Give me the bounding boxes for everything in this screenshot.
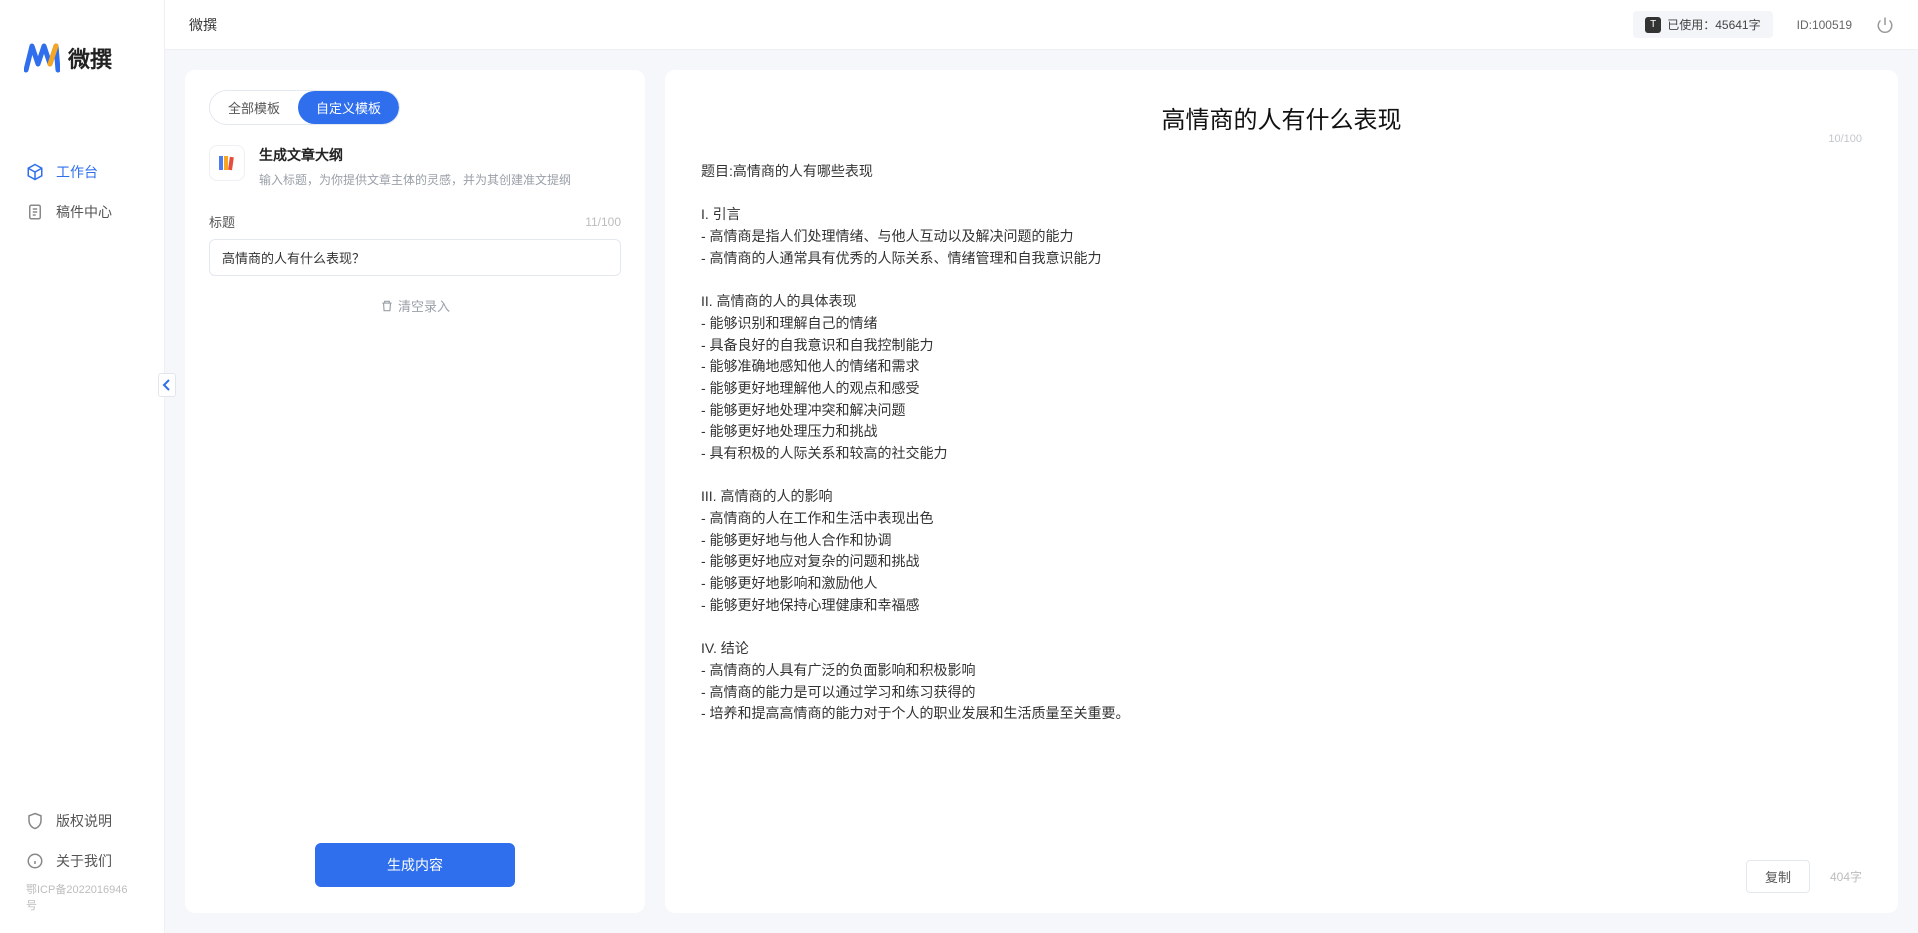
- info-icon: [26, 852, 44, 870]
- input-panel: 全部模板 自定义模板 生成文章大纲 输入标题，为你提供文章主体的灵感，并为其创建…: [185, 70, 645, 913]
- nav-item-about[interactable]: 关于我们: [0, 841, 164, 881]
- title-field-count: 11/100: [585, 215, 621, 229]
- generate-button[interactable]: 生成内容: [315, 843, 515, 887]
- logo-text: 微撰: [68, 42, 112, 74]
- page-title: 微撰: [189, 15, 217, 35]
- title-field-label: 标题: [209, 212, 235, 231]
- logo-icon: [24, 40, 60, 76]
- module-icon: [209, 145, 245, 181]
- nav-label: 稿件中心: [56, 202, 112, 222]
- shield-icon: [26, 812, 44, 830]
- module-header: 生成文章大纲 输入标题，为你提供文章主体的灵感，并为其创建准文提纲: [209, 145, 621, 188]
- template-tabs: 全部模板 自定义模板: [209, 90, 400, 125]
- title-input[interactable]: [209, 239, 621, 276]
- tab-custom-templates[interactable]: 自定义模板: [298, 91, 399, 124]
- nav-item-workspace[interactable]: 工作台: [0, 152, 164, 192]
- workspace: 全部模板 自定义模板 生成文章大纲 输入标题，为你提供文章主体的灵感，并为其创建…: [165, 50, 1918, 933]
- nav-main: 工作台 稿件中心: [0, 104, 164, 801]
- nav-label: 关于我们: [56, 851, 112, 871]
- user-id: ID:100519: [1797, 18, 1852, 32]
- logo: 微撰: [0, 0, 164, 104]
- icp-text: 鄂ICP备2022016946号: [0, 881, 164, 923]
- output-panel: 高情商的人有什么表现 10/100 题目:高情商的人有哪些表现 I. 引言 - …: [665, 70, 1898, 913]
- nav-item-drafts[interactable]: 稿件中心: [0, 192, 164, 232]
- doc-icon: [26, 203, 44, 221]
- nav-item-copyright[interactable]: 版权说明: [0, 801, 164, 841]
- main: 微撰 T 已使用：45641字 ID:100519 全部模板 自定义模板 生成文…: [165, 0, 1918, 933]
- nav-bottom: 版权说明 关于我们 鄂ICP备2022016946号: [0, 801, 164, 933]
- trash-icon: [380, 299, 394, 313]
- nav-label: 版权说明: [56, 811, 112, 831]
- usage-badge[interactable]: T 已使用：45641字: [1633, 11, 1772, 38]
- word-count: 404字: [1830, 868, 1862, 885]
- output-footer: 复制 404字: [701, 860, 1862, 893]
- sidebar: 微撰 工作台 稿件中心 版权说明 关于我们 鄂ICP备2022016946号: [0, 0, 165, 933]
- output-body[interactable]: 题目:高情商的人有哪些表现 I. 引言 - 高情商是指人们处理情绪、与他人互动以…: [701, 161, 1862, 844]
- cube-icon: [26, 163, 44, 181]
- output-title: 高情商的人有什么表现: [701, 100, 1862, 135]
- nav-label: 工作台: [56, 162, 98, 182]
- module-title: 生成文章大纲: [259, 145, 571, 165]
- collapse-sidebar-button[interactable]: [158, 373, 176, 397]
- books-icon: [217, 153, 237, 173]
- usage-text: 已使用：45641字: [1667, 16, 1760, 33]
- clear-input-button[interactable]: 清空录入: [209, 296, 621, 315]
- copy-button[interactable]: 复制: [1746, 860, 1810, 893]
- topbar: 微撰 T 已使用：45641字 ID:100519: [165, 0, 1918, 50]
- tab-all-templates[interactable]: 全部模板: [210, 91, 298, 124]
- output-title-count: 10/100: [1828, 133, 1862, 145]
- text-icon: T: [1645, 17, 1661, 33]
- clear-label: 清空录入: [398, 296, 450, 315]
- module-desc: 输入标题，为你提供文章主体的灵感，并为其创建准文提纲: [259, 171, 571, 188]
- chevron-left-icon: [162, 379, 172, 391]
- power-icon[interactable]: [1876, 16, 1894, 34]
